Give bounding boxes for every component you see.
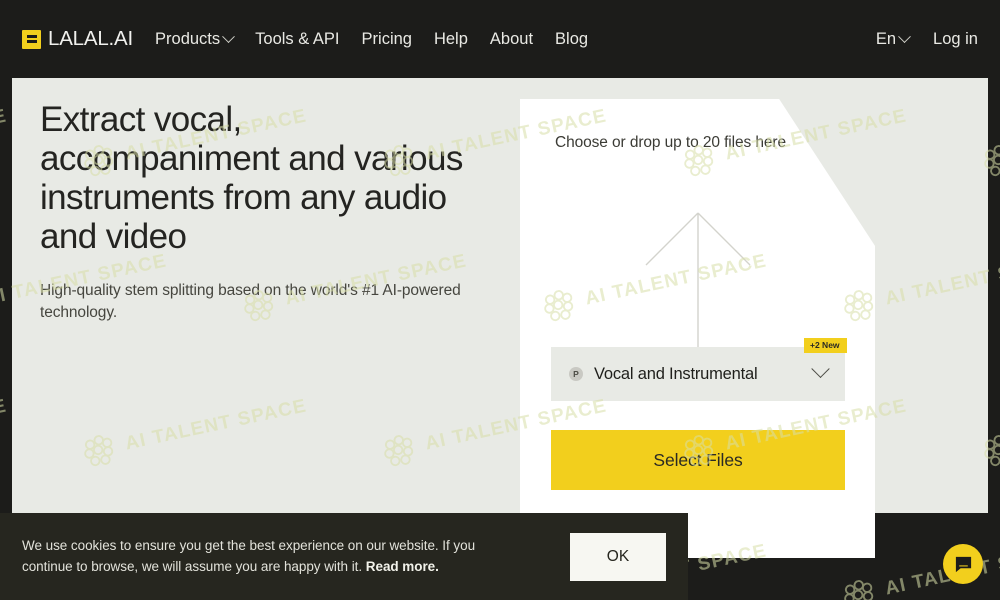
chat-widget-button[interactable] [943,544,983,584]
upload-drop-label: Choose or drop up to 20 files here [555,134,786,151]
chevron-down-icon [811,359,830,378]
upload-card[interactable]: Choose or drop up to 20 files here +2 Ne… [520,99,875,558]
select-files-button[interactable]: Select Files [551,430,845,490]
stem-type-value: Vocal and Instrumental [594,364,758,383]
main-navigation: Products Tools & API Pricing Help About … [155,30,588,49]
nav-item-blog[interactable]: Blog [555,30,588,49]
nav-item-about[interactable]: About [490,30,533,49]
chat-bubble-icon [955,556,971,572]
nav-item-help[interactable]: Help [434,30,468,49]
chevron-down-icon [222,29,236,43]
chevron-down-icon [898,29,911,43]
watermark-text: AI TALENT SPACE [0,105,9,164]
nav-label-products: Products [155,29,221,48]
hero-section: Extract vocal, accompaniment and various… [40,100,470,324]
nav-item-pricing[interactable]: Pricing [362,30,412,49]
new-stems-badge: +2 New [804,338,847,353]
cookie-message: We use cookies to ensure you get the bes… [22,536,522,577]
brand-logo[interactable]: LALAL.AI [22,27,133,51]
nav-item-products[interactable]: Products [155,29,236,49]
phoenix-icon: P [569,367,583,381]
site-header: LALAL.AI Products Tools & API Pricing He… [0,0,1000,78]
language-switcher[interactable]: En [875,29,911,49]
watermark-text: AI TALENT SPACE [0,395,9,454]
cookie-banner: We use cookies to ensure you get the bes… [0,513,688,600]
nav-item-tools-api[interactable]: Tools & API [255,30,339,49]
lalal-mark-icon [22,29,41,49]
hero-subtitle: High-quality stem splitting based on the… [40,282,461,322]
stem-type-select[interactable]: P Vocal and Instrumental [551,347,845,401]
cookie-read-more-link[interactable]: Read more. [366,559,439,574]
page-root: Extract vocal, accompaniment and various… [0,0,1000,600]
watermark-item: AI TALENT SPACE [0,102,10,179]
login-link[interactable]: Log in [933,30,978,49]
watermark-item: AI TALENT SPACE [0,392,10,469]
brand-name: LALAL.AI [48,27,134,50]
page-title: Extract vocal, accompaniment and various… [40,100,463,256]
language-label: En [875,29,897,48]
cookie-ok-button[interactable]: OK [570,532,666,581]
header-right-actions: En Log in [876,30,978,49]
